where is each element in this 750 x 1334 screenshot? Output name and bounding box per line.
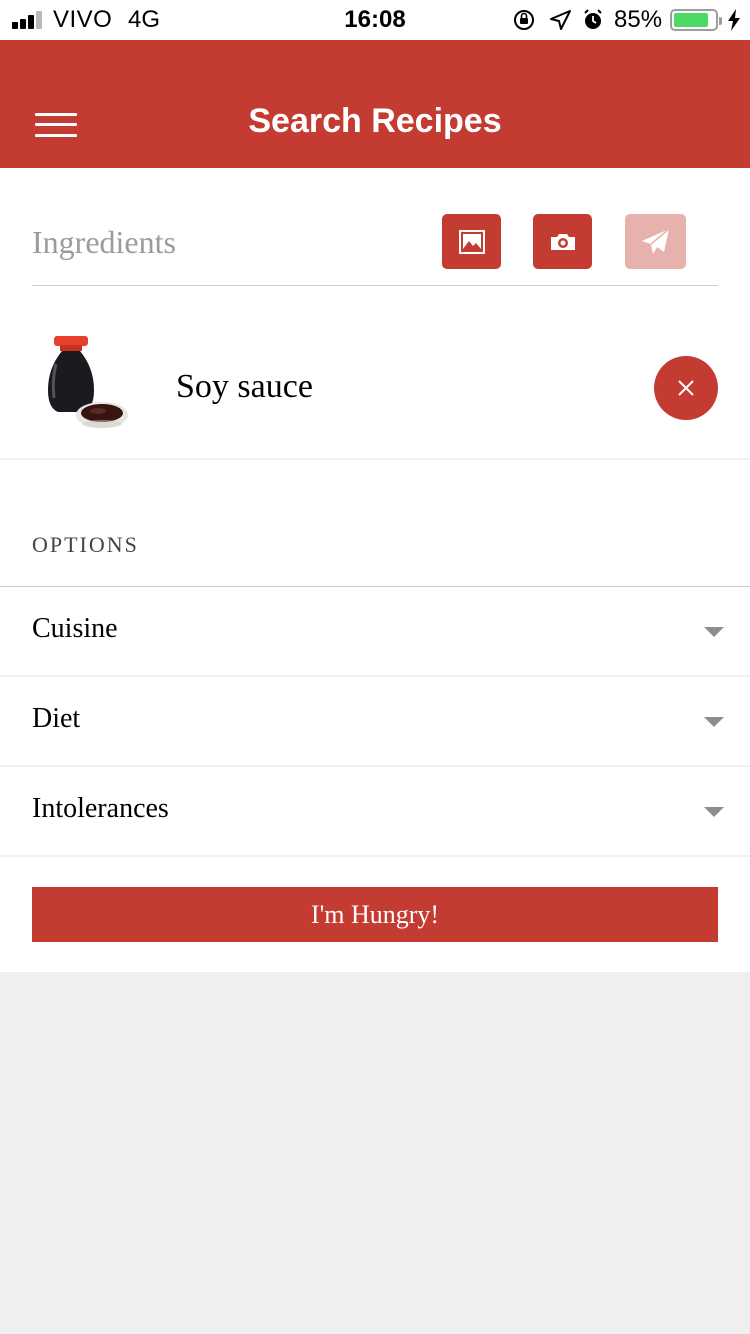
ingredients-divider	[32, 285, 718, 286]
app-header: Search Recipes	[0, 40, 750, 168]
location-arrow-icon	[550, 10, 571, 30]
battery-percentage: 85%	[614, 6, 663, 33]
gallery-button[interactable]	[442, 214, 501, 269]
battery-icon	[670, 9, 722, 31]
option-label: Diet	[32, 703, 81, 734]
intolerances-select[interactable]: Intolerances	[0, 767, 750, 857]
caret-down-icon	[704, 627, 724, 637]
caret-down-icon	[704, 717, 724, 727]
orientation-lock-icon	[514, 10, 534, 30]
image-icon	[458, 229, 485, 254]
ingredient-name: Soy sauce	[176, 368, 313, 405]
options-heading: OPTIONS	[32, 532, 139, 557]
im-hungry-button[interactable]: I'm Hungry!	[32, 887, 718, 942]
page-title: Search Recipes	[248, 102, 502, 140]
charging-bolt-icon	[728, 9, 740, 31]
option-label: Cuisine	[32, 613, 118, 644]
status-icons	[512, 7, 604, 33]
ingredient-item: Soy sauce	[0, 308, 750, 460]
alarm-icon	[584, 9, 602, 29]
options-list: Cuisine Diet Intolerances	[0, 586, 750, 857]
camera-icon	[550, 233, 575, 250]
search-panel: Ingredients Soy sauce OPTIONS Cuisine Di…	[0, 168, 750, 972]
caret-down-icon	[704, 807, 724, 817]
ingredients-label: Ingredients	[32, 224, 176, 260]
battery-level-fill	[674, 13, 708, 27]
status-bar: VIVO 4G 16:08 85%	[0, 0, 750, 40]
cuisine-select[interactable]: Cuisine	[0, 587, 750, 677]
soy-sauce-bottle-icon	[32, 328, 144, 440]
remove-ingredient-button[interactable]	[654, 356, 718, 420]
diet-select[interactable]: Diet	[0, 677, 750, 767]
paper-plane-icon	[641, 227, 669, 254]
send-button[interactable]	[625, 214, 686, 269]
option-label: Intolerances	[32, 793, 169, 824]
camera-button[interactable]	[533, 214, 592, 269]
close-icon	[678, 380, 694, 396]
